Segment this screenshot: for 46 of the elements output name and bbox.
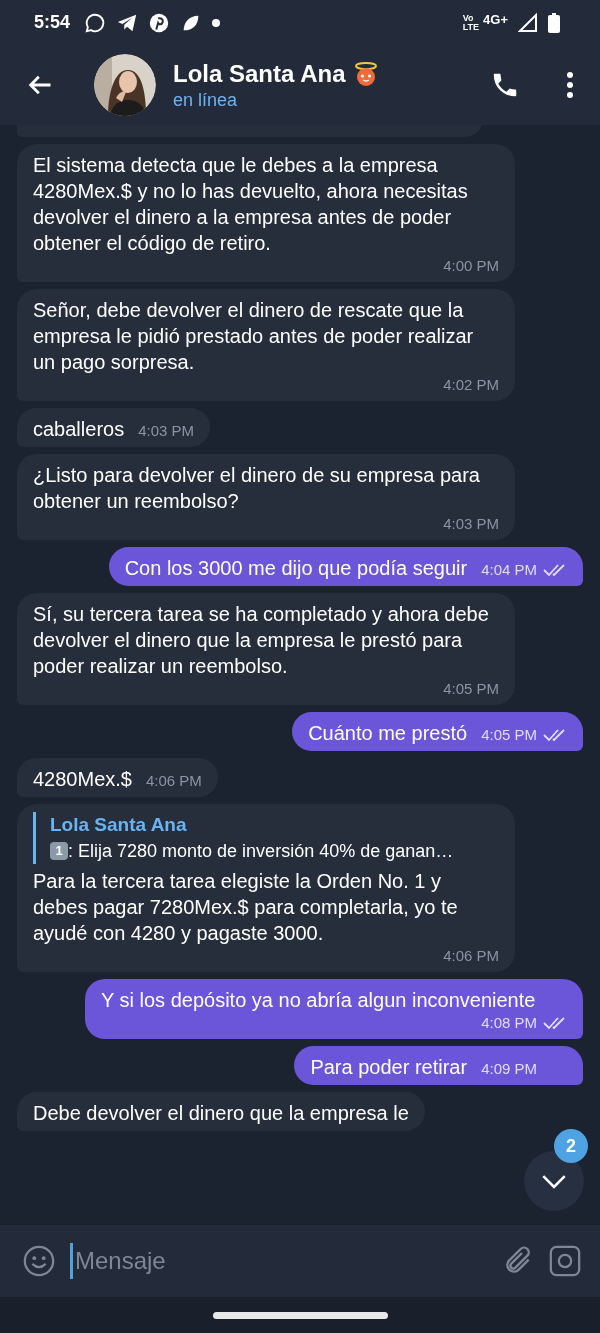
message-text: Para poder retirar: [310, 1055, 468, 1080]
emoji-icon[interactable]: [22, 1244, 56, 1278]
contact-name: Lola Santa Ana: [173, 59, 346, 88]
status-time: 5:54: [34, 12, 71, 33]
online-status: en línea: [173, 89, 239, 111]
message-text: Y si los depósito ya no abría algun inconveniente: [101, 988, 536, 1013]
message-time: 4:03 PM: [138, 421, 195, 441]
more-options-icon[interactable]: [566, 72, 574, 98]
message-text: ¿Listo para devolver el dinero de su empresa para obtener un reembolso?: [33, 463, 481, 514]
message-input[interactable]: Mensaje: [70, 1243, 488, 1279]
message-text: Para la tercera tarea elegiste la Orden No. 1 y debes pagar 7280Mex.$ para completarla, yo te ayudé con 4280 y pagaste 3000.: [33, 869, 459, 946]
message-time: 4:05 PM: [481, 725, 537, 745]
chevron-down-icon: [541, 1173, 567, 1189]
message-composer[interactable]: Mensaje: [0, 1225, 600, 1297]
dot-icon: [212, 18, 221, 27]
camera-icon[interactable]: [548, 1244, 582, 1278]
message-time: 4:00 PM: [443, 256, 499, 276]
pin-logo-icon: [148, 11, 171, 34]
signal-icon: [518, 12, 538, 33]
message-text: caballeros: [33, 417, 125, 442]
message-text: Debe devolver el dinero que la empresa le: [33, 1101, 409, 1126]
chat-bubble-icon: [84, 11, 107, 34]
message-text: El sistema detecta que le debes a la empresa 4280Mex.$ y no lo has devuelto, ahora necesitas devolver el dinero a la empresa antes de poder obtener el código de retiro.: [33, 153, 469, 256]
message-time: 4:09 PM: [481, 1059, 537, 1079]
battery-icon: [548, 12, 560, 33]
network-label: 4G+: [483, 12, 508, 27]
quoted-text: : Elija 7280 monto de inversión 40% de ganan…: [68, 840, 454, 863]
message-text: Señor, debe devolver el dinero de rescate que la empresa le pidió prestado antes de poder realizar un pago sorpresa.: [33, 298, 475, 375]
halo-face-icon: [353, 61, 380, 86]
message-time: 4:04 PM: [481, 560, 537, 580]
message-text: Cuánto me prestó: [308, 721, 468, 746]
message-time: 4:02 PM: [443, 375, 499, 395]
message-text: Con los 3000 me dijo que podía seguir: [124, 556, 468, 581]
message-time: 4:06 PM: [145, 771, 202, 791]
volte-label: Vo LTE: [462, 13, 480, 32]
number-badge: 1: [50, 842, 68, 860]
unread-badge: 2: [554, 1129, 588, 1163]
message-text: 4280Mex.$: [33, 767, 132, 792]
message-time: 4:05 PM: [443, 679, 499, 699]
quoted-author: Lola Santa Ana: [50, 813, 188, 837]
message-text: Sí, su tercera tarea se ha completado y ahora debe devolver el dinero que la empresa le prestó para poder realizar un reembolso.: [33, 602, 490, 679]
message-time: 4:03 PM: [443, 514, 499, 534]
message-time: 4:08 PM: [481, 1013, 537, 1033]
message-time: 4:06 PM: [443, 946, 499, 966]
quoted-message[interactable]: Lola Santa Ana 1 : Elija 7280 monto de inversión 40% de ganan…: [33, 812, 499, 864]
home-indicator[interactable]: [212, 1311, 388, 1319]
